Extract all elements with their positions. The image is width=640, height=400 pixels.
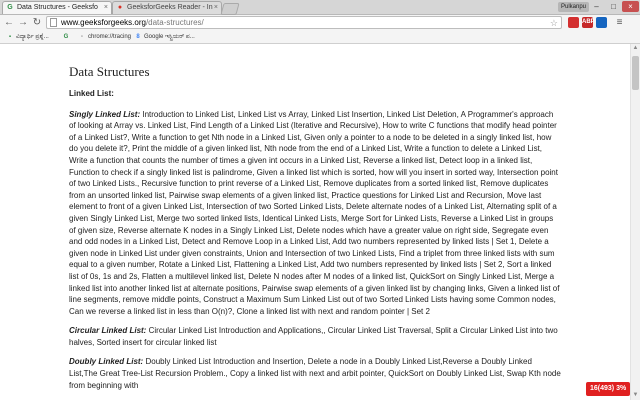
page-icon: ▫ — [80, 34, 84, 40]
forward-button[interactable]: → — [17, 16, 29, 29]
circular-linked-list-heading: Circular Linked List: — [69, 326, 147, 336]
bookmark-item[interactable]: 8 Google ಇಸ್ಟ್ರಿಯರ್ ಪ... — [134, 31, 195, 43]
circular-linked-list-paragraph: Circular Linked List: Circular Linked Li… — [69, 325, 561, 348]
tab-data-structures[interactable]: G Data Structures - Geeksfo × — [2, 1, 112, 14]
page-title: Data Structures — [69, 64, 150, 79]
doubly-linked-list-paragraph: Doubly Linked List: Doubly Linked List I… — [69, 356, 561, 391]
singly-linked-list-heading: Singly Linked List: — [69, 109, 141, 119]
close-tab-icon[interactable]: × — [214, 2, 218, 14]
bookmarks-bar: ▪ ವಿದ್ಯಾರ್ಥಿ ಪ್ರಶ್ನೆ... G ▫ chrome://tra… — [0, 31, 640, 44]
tab-geeksforgeeks-reader[interactable]: ● GeeksforGeeks Reader - In × — [112, 1, 222, 14]
bookmark-star-icon[interactable]: ☆ — [550, 17, 558, 29]
bookmark-item[interactable]: ▪ ವಿದ್ಯಾರ್ಥಿ ಪ್ರಶ್ನೆ... — [6, 31, 49, 43]
browser-toolbar: ← → ↻ www.geeksforgeeks.org/data-structu… — [0, 15, 640, 31]
scroll-thumb[interactable] — [632, 56, 639, 90]
tab-strip: G Data Structures - Geeksfo × ● Geeksfor… — [0, 0, 640, 15]
new-tab-button[interactable] — [220, 3, 240, 15]
close-tab-icon[interactable]: × — [104, 2, 108, 14]
singly-linked-list-paragraph: Singly Linked List: Introduction to Link… — [69, 109, 561, 318]
bookmark-icon: ▪ — [8, 34, 12, 40]
doubly-linked-list-links[interactable]: Doubly Linked List Introduction and Inse… — [69, 357, 561, 389]
tab-title: Data Structures - Geeksfo — [17, 4, 98, 11]
page-content: Data Structures Linked List: Singly Link… — [69, 60, 561, 399]
vertical-scrollbar[interactable]: ▲ ▼ — [630, 44, 640, 400]
address-bar[interactable]: www.geeksforgeeks.org/data-structures/ ☆ — [46, 16, 562, 29]
doubly-linked-list-heading: Doubly Linked List: — [69, 357, 144, 367]
url-host: www.geeksforgeeks.org — [61, 18, 146, 27]
geeksforgeeks-favicon-icon: G — [7, 4, 13, 11]
close-window-button[interactable]: × — [622, 1, 639, 12]
minimize-button[interactable]: – — [588, 1, 605, 12]
bookmark-item[interactable]: G — [62, 31, 72, 43]
page-icon — [50, 18, 57, 27]
singly-linked-list-links[interactable]: Introduction to Linked List, Linked List… — [69, 110, 559, 316]
menu-icon[interactable]: ≡ — [614, 17, 625, 28]
bookmark-label: chrome://tracing — [88, 34, 132, 40]
geeksforgeeks-bookmark-icon: G — [63, 34, 69, 40]
scroll-down-arrow-icon[interactable]: ▼ — [631, 391, 640, 400]
bookmark-label: Google ಇಸ್ಟ್ರಿಯರ್ ಪ... — [144, 34, 195, 40]
extension-icon-1[interactable] — [568, 17, 579, 28]
url-path: /data-structures/ — [145, 18, 204, 27]
scroll-position-hud: 16(493) 3% — [586, 382, 631, 396]
bookmark-item[interactable]: ▫ chrome://tracing — [78, 31, 131, 43]
extension-icon-2[interactable]: ABP — [582, 17, 595, 28]
maximize-button[interactable]: □ — [605, 1, 622, 12]
extension-icon-3[interactable] — [596, 17, 607, 28]
tab-title: GeeksforGeeks Reader - In — [127, 4, 213, 11]
scroll-up-arrow-icon[interactable]: ▲ — [631, 44, 640, 53]
section-heading: Linked List: — [69, 89, 114, 98]
profile-badge[interactable]: Pulkanpu — [558, 2, 590, 12]
reload-button[interactable]: ↻ — [31, 16, 43, 29]
url-text[interactable]: www.geeksforgeeks.org/data-structures/ — [61, 17, 204, 29]
google-icon: 8 — [136, 34, 140, 40]
bookmark-label: ವಿದ್ಯಾರ್ಥಿ ಪ್ರಶ್ನೆ... — [16, 34, 49, 40]
back-button[interactable]: ← — [3, 16, 15, 29]
reader-favicon-icon: ● — [117, 4, 123, 11]
